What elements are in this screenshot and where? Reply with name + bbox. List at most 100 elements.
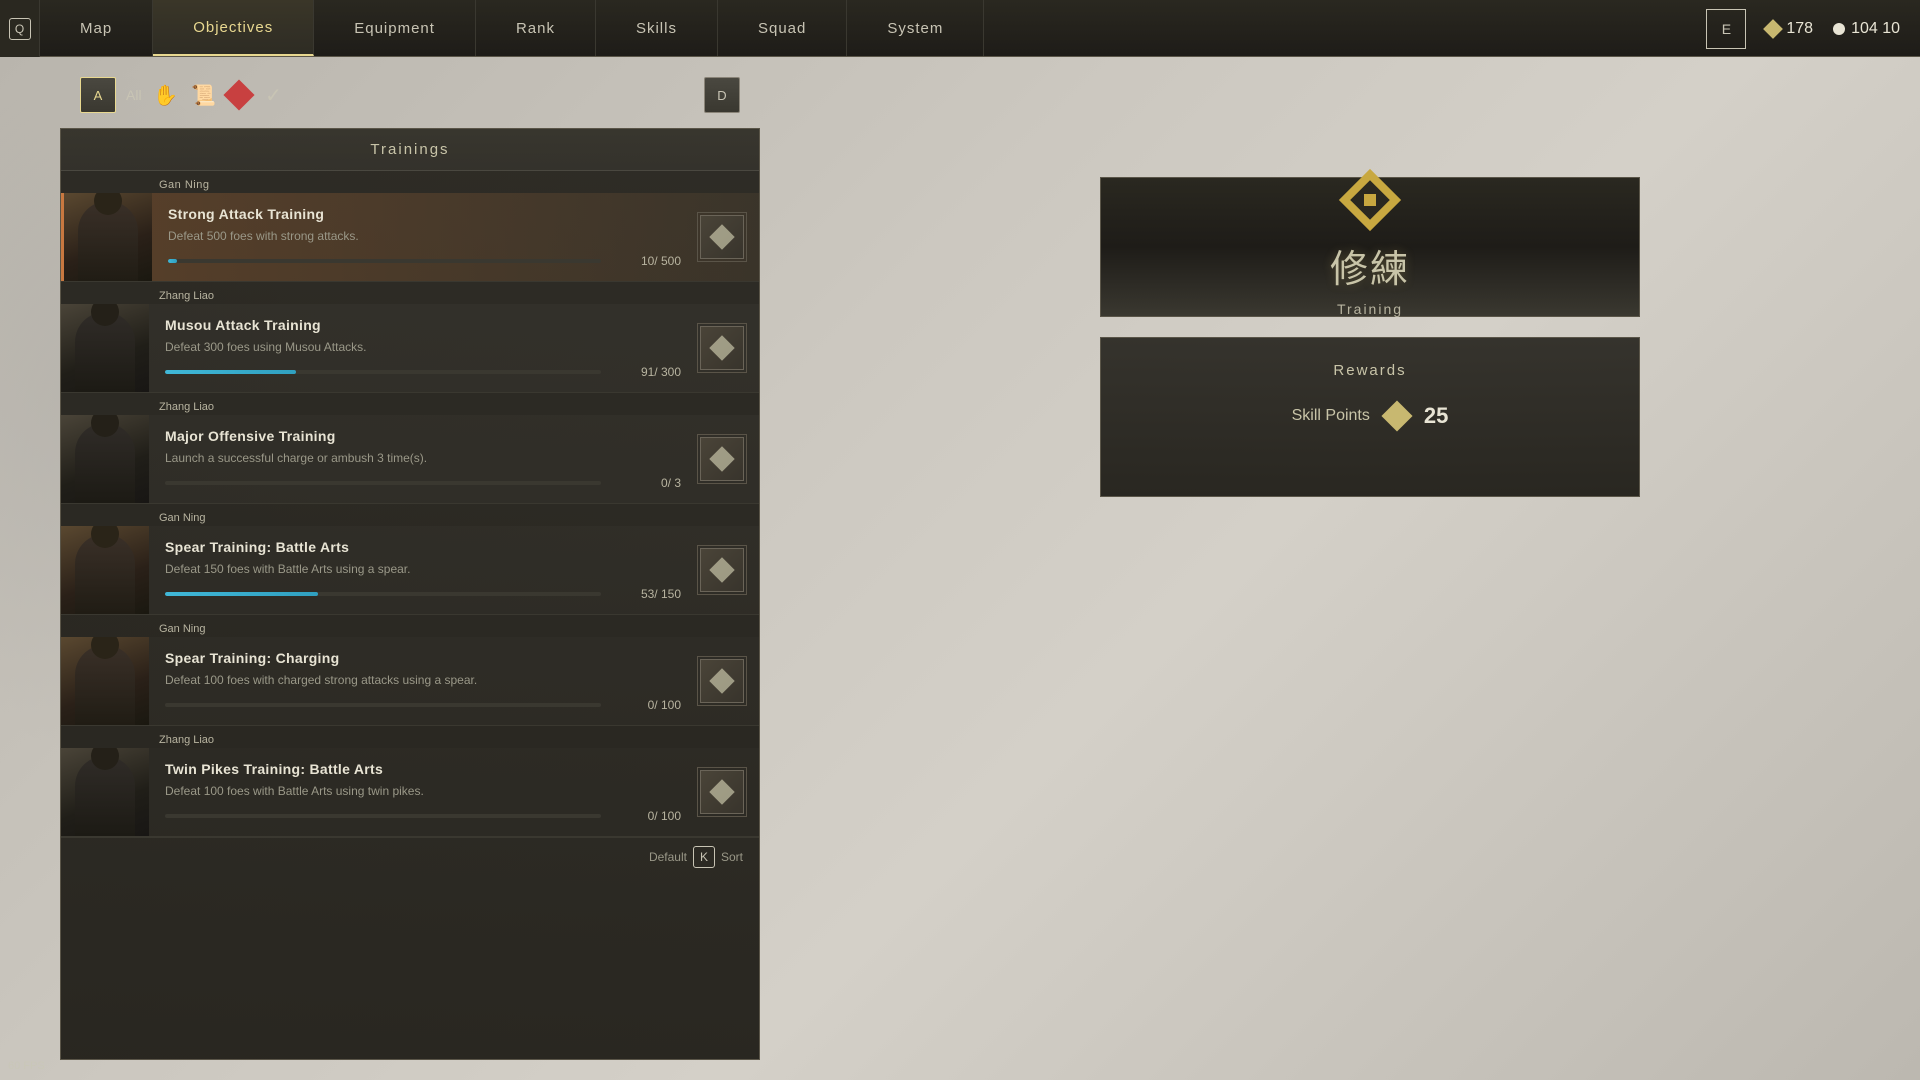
sort-key[interactable]: K bbox=[693, 846, 715, 868]
training-diamond-inner bbox=[1350, 180, 1390, 220]
progress-text-0: 10/ 500 bbox=[611, 254, 681, 268]
training-item-5[interactable]: Twin Pikes Training: Battle Arts Defeat … bbox=[61, 748, 759, 836]
nav-equipment-label: Equipment bbox=[354, 20, 435, 37]
character-label-0: Gan Ning bbox=[71, 175, 749, 193]
training-banner-icon bbox=[1344, 178, 1396, 222]
nav-rank-label: Rank bbox=[516, 20, 555, 37]
e-button[interactable]: E bbox=[1706, 9, 1746, 49]
training-group-1: Zhang Liao Musou Attack Training Defeat … bbox=[61, 282, 759, 393]
nav-item-squad[interactable]: Squad bbox=[718, 0, 847, 56]
sort-bar: Default K Sort bbox=[61, 837, 759, 876]
secondary-amount: 104 10 bbox=[1851, 20, 1900, 38]
nav-item-rank[interactable]: Rank bbox=[476, 0, 596, 56]
filter-hand-icon[interactable]: ✋ bbox=[152, 81, 180, 109]
training-item-2[interactable]: Major Offensive Training Launch a succes… bbox=[61, 415, 759, 503]
trainings-header: Trainings bbox=[61, 129, 759, 171]
filter-next-button[interactable]: D bbox=[704, 77, 740, 113]
fps-counter: 60 FPS bbox=[8, 1060, 45, 1072]
reward-diamond-3 bbox=[709, 557, 734, 582]
training-item-3[interactable]: Spear Training: Battle Arts Defeat 150 f… bbox=[61, 526, 759, 614]
progress-bar-bg-1 bbox=[165, 370, 601, 374]
filter-diamond-icon[interactable] bbox=[228, 84, 250, 106]
portrait-5 bbox=[61, 748, 149, 836]
rewards-diamond-icon bbox=[1381, 400, 1412, 431]
training-title-0: Strong Attack Training bbox=[168, 206, 681, 222]
training-diamond-center bbox=[1364, 194, 1376, 206]
training-item-1[interactable]: Musou Attack Training Defeat 300 foes us… bbox=[61, 304, 759, 392]
q-button[interactable]: Q bbox=[0, 0, 40, 57]
reward-badge-1 bbox=[700, 326, 744, 370]
training-info-4: Spear Training: Charging Defeat 100 foes… bbox=[149, 638, 697, 725]
rewards-title: Rewards bbox=[1333, 362, 1406, 379]
d-key-label: D bbox=[717, 88, 726, 103]
training-title-1: Musou Attack Training bbox=[165, 317, 681, 333]
nav-system-label: System bbox=[887, 20, 943, 37]
reward-icon-5 bbox=[697, 767, 747, 817]
progress-bar-fill-0 bbox=[168, 259, 177, 263]
progress-bar-bg-4 bbox=[165, 703, 601, 707]
reward-badge-5 bbox=[700, 770, 744, 814]
training-desc-2: Launch a successful charge or ambush 3 t… bbox=[165, 450, 681, 467]
filter-check-icon[interactable]: ✓ bbox=[260, 81, 288, 109]
training-group-2: Zhang Liao Major Offensive Training Laun… bbox=[61, 393, 759, 504]
fps-value: 60 FPS bbox=[8, 1060, 45, 1072]
nav-item-map[interactable]: Map bbox=[40, 0, 153, 56]
character-label-1: Zhang Liao bbox=[71, 286, 749, 304]
nav-item-skills[interactable]: Skills bbox=[596, 0, 718, 56]
filter-prev-button[interactable]: A bbox=[80, 77, 116, 113]
right-panel: 修練 Training Rewards Skill Points 25 bbox=[820, 57, 1920, 1080]
rewards-skill-points-label: Skill Points bbox=[1292, 407, 1370, 425]
training-item-4[interactable]: Spear Training: Charging Defeat 100 foes… bbox=[61, 637, 759, 725]
nav-item-objectives[interactable]: Objectives bbox=[153, 0, 314, 56]
trainings-panel: Trainings Gan Ning bbox=[60, 128, 760, 1060]
training-group-4: Gan Ning Spear Training: Charging Defeat… bbox=[61, 615, 759, 726]
sort-default-label: Default bbox=[649, 850, 687, 864]
training-progress-row-5: 0/ 100 bbox=[165, 809, 681, 823]
training-desc-3: Defeat 150 foes with Battle Arts using a… bbox=[165, 561, 681, 578]
character-label-5: Zhang Liao bbox=[71, 730, 749, 748]
character-label-4: Gan Ning bbox=[71, 619, 749, 637]
training-progress-row-2: 0/ 3 bbox=[165, 476, 681, 490]
currency-circle-icon bbox=[1833, 23, 1845, 35]
training-title-2: Major Offensive Training bbox=[165, 428, 681, 444]
progress-text-4: 0/ 100 bbox=[611, 698, 681, 712]
portrait-4 bbox=[61, 637, 149, 725]
rewards-row: Skill Points 25 bbox=[1292, 403, 1449, 429]
reward-icon-0 bbox=[697, 212, 747, 262]
training-group-0: Gan Ning Strong Attack Training Defea bbox=[61, 171, 759, 282]
training-item-0[interactable]: Strong Attack Training Defeat 500 foes w… bbox=[61, 193, 759, 281]
training-progress-row-4: 0/ 100 bbox=[165, 698, 681, 712]
sort-text: Sort bbox=[721, 850, 743, 864]
training-desc-0: Defeat 500 foes with strong attacks. bbox=[168, 228, 681, 245]
filter-bar: A All ✋ 📜 ✓ D bbox=[60, 77, 760, 113]
training-kanji: 修練 bbox=[1330, 249, 1410, 291]
training-title-4: Spear Training: Charging bbox=[165, 650, 681, 666]
reward-icon-4 bbox=[697, 656, 747, 706]
nav-objectives-label: Objectives bbox=[193, 19, 273, 36]
reward-diamond-1 bbox=[709, 335, 734, 360]
reward-diamond-0 bbox=[709, 224, 734, 249]
rewards-amount: 25 bbox=[1424, 403, 1448, 429]
currency-display: 178 bbox=[1766, 20, 1813, 38]
training-progress-row-0: 10/ 500 bbox=[168, 254, 681, 268]
reward-icon-1 bbox=[697, 323, 747, 373]
nav-item-equipment[interactable]: Equipment bbox=[314, 0, 476, 56]
main-content: A All ✋ 📜 ✓ D Trainings Gan Ning bbox=[0, 57, 1920, 1080]
progress-text-2: 0/ 3 bbox=[611, 476, 681, 490]
nav-item-system[interactable]: System bbox=[847, 0, 984, 56]
a-key-label: A bbox=[94, 88, 103, 103]
progress-bar-fill-3 bbox=[165, 592, 318, 596]
training-desc-5: Defeat 100 foes with Battle Arts using t… bbox=[165, 783, 681, 800]
training-progress-row-3: 53/ 150 bbox=[165, 587, 681, 601]
progress-text-5: 0/ 100 bbox=[611, 809, 681, 823]
portrait-1 bbox=[61, 304, 149, 392]
nav-map-label: Map bbox=[80, 20, 112, 37]
nav-skills-label: Skills bbox=[636, 20, 677, 37]
training-info-5: Twin Pikes Training: Battle Arts Defeat … bbox=[149, 749, 697, 836]
filter-scroll-icon[interactable]: 📜 bbox=[190, 81, 218, 109]
rewards-panel: Rewards Skill Points 25 bbox=[1100, 337, 1640, 497]
training-desc-4: Defeat 100 foes with charged strong atta… bbox=[165, 672, 681, 689]
training-info-3: Spear Training: Battle Arts Defeat 150 f… bbox=[149, 527, 697, 614]
nav-squad-label: Squad bbox=[758, 20, 806, 37]
progress-text-3: 53/ 150 bbox=[611, 587, 681, 601]
